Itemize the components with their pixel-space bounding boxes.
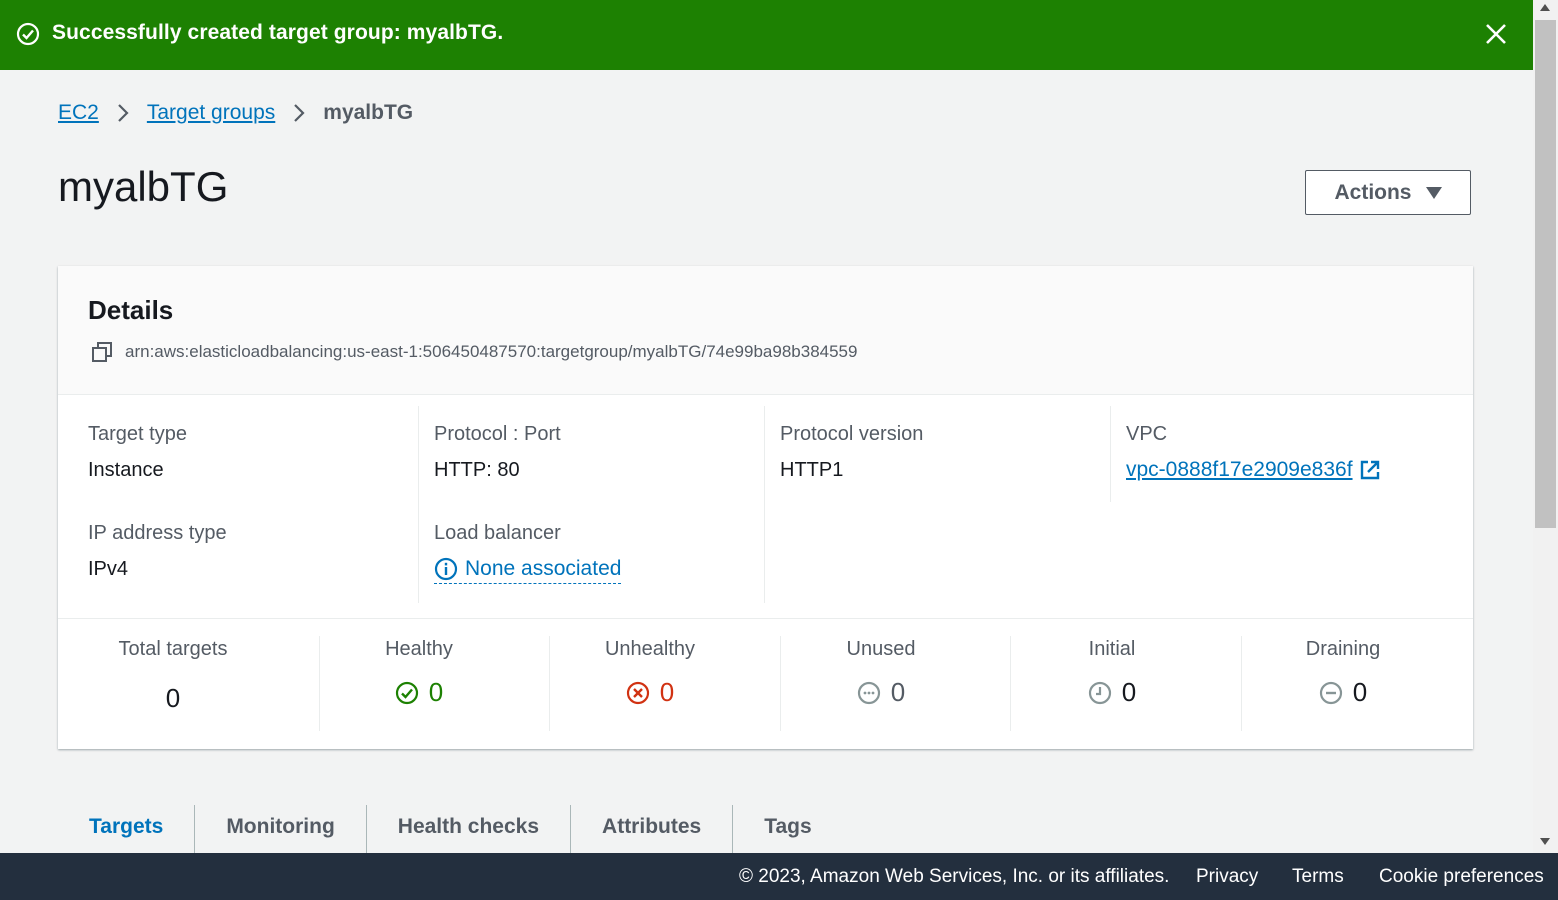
ip-address-type-label: IP address type	[88, 522, 227, 544]
breadcrumb-current: myalbTG	[323, 101, 414, 124]
external-link-icon	[1360, 460, 1379, 480]
stat-unhealthy: Unhealthy 0	[535, 638, 765, 708]
footer-cookie-preferences-link[interactable]: Cookie preferences	[1379, 866, 1544, 888]
ip-address-type-value: IPv4	[88, 558, 129, 580]
footer-terms-link[interactable]: Terms	[1292, 866, 1344, 888]
stat-number: 0	[659, 677, 675, 707]
column-divider	[1110, 406, 1111, 502]
stat-label: Unused	[846, 638, 916, 660]
stat-initial: Initial 0	[997, 638, 1227, 708]
target-group-arn: arn:aws:elasticloadbalancing:us-east-1:5…	[125, 342, 858, 361]
check-circle-icon	[395, 681, 418, 704]
stat-number: 0	[428, 677, 444, 707]
load-balancer-popover[interactable]: None associated	[434, 557, 622, 584]
stat-value: 0	[535, 677, 765, 708]
chevron-right-icon	[294, 104, 305, 122]
column-divider	[418, 406, 419, 603]
tab-health-checks[interactable]: Health checks	[367, 805, 572, 853]
stat-label: Total targets	[118, 638, 228, 660]
stat-number: 0	[165, 683, 181, 713]
vpc-link[interactable]: vpc-0888f17e2909e836f	[1126, 458, 1381, 482]
copy-icon[interactable]	[91, 341, 113, 363]
stat-number: 0	[1121, 677, 1137, 707]
protocol-port-value: HTTP: 80	[434, 459, 520, 481]
stat-total-targets: Total targets 0	[58, 638, 288, 714]
vpc-id[interactable]: vpc-0888f17e2909e836f	[1126, 458, 1353, 482]
chevron-right-icon	[118, 104, 129, 122]
column-divider	[764, 406, 765, 603]
target-type-value: Instance	[88, 459, 164, 481]
stat-healthy: Healthy 0	[304, 638, 534, 708]
scrollbar[interactable]	[1533, 0, 1558, 853]
footer-privacy-link[interactable]: Privacy	[1196, 866, 1258, 888]
section-divider	[58, 618, 1473, 619]
details-heading: Details	[88, 295, 174, 325]
tab-targets[interactable]: Targets	[58, 805, 196, 853]
breadcrumb-ec2[interactable]: EC2	[58, 101, 99, 125]
breadcrumb: EC2 Target groups myalbTG	[58, 101, 413, 125]
scroll-up-arrow-icon[interactable]	[1540, 4, 1550, 11]
check-circle-icon	[16, 22, 40, 46]
details-header: Details arn:aws:elasticloadbalancing:us-…	[58, 266, 1473, 395]
stat-number: 0	[890, 677, 906, 707]
footer: © 2023, Amazon Web Services, Inc. or its…	[0, 853, 1558, 900]
stat-label: Healthy	[385, 638, 453, 660]
caret-down-icon	[1425, 186, 1442, 199]
tab-monitoring[interactable]: Monitoring	[195, 805, 367, 853]
x-circle-icon	[626, 681, 649, 704]
banner-message: Successfully created target group: myalb…	[52, 21, 504, 44]
clock-icon	[1088, 681, 1111, 704]
minus-circle-icon	[1319, 681, 1342, 704]
target-type-label: Target type	[88, 423, 187, 445]
page-title: myalbTG	[58, 163, 229, 210]
tab-attributes[interactable]: Attributes	[571, 805, 734, 853]
load-balancer-label: Load balancer	[434, 522, 561, 544]
stat-label: Unhealthy	[604, 638, 696, 660]
success-banner: Successfully created target group: myalb…	[0, 0, 1533, 70]
scroll-down-arrow-icon[interactable]	[1540, 838, 1550, 845]
stat-value: 0	[1228, 677, 1458, 708]
stat-number: 0	[1352, 677, 1368, 707]
scrollbar-thumb[interactable]	[1535, 20, 1556, 528]
protocol-port-label: Protocol : Port	[434, 423, 561, 445]
breadcrumb-target-groups[interactable]: Target groups	[147, 101, 275, 125]
footer-copyright: © 2023, Amazon Web Services, Inc. or its…	[739, 866, 1170, 887]
target-group-tabs: Targets Monitoring Health checks Attribu…	[58, 805, 843, 853]
stat-draining: Draining 0	[1228, 638, 1458, 708]
details-panel: Details arn:aws:elasticloadbalancing:us-…	[58, 266, 1473, 749]
tab-tags[interactable]: Tags	[733, 805, 842, 853]
protocol-version-label: Protocol version	[780, 423, 924, 445]
info-icon	[434, 557, 458, 581]
actions-button-label: Actions	[1334, 180, 1412, 204]
stat-label: Initial	[1088, 638, 1136, 660]
protocol-version-value: HTTP1	[780, 459, 844, 481]
actions-button[interactable]: Actions	[1305, 170, 1471, 215]
stat-value: 0	[997, 677, 1227, 708]
stat-label: Draining	[1305, 638, 1381, 660]
stat-value: 0	[58, 683, 288, 714]
stat-unused: Unused 0	[766, 638, 996, 708]
close-icon[interactable]	[1482, 20, 1510, 48]
ellipsis-circle-icon	[857, 681, 880, 704]
vpc-label: VPC	[1126, 423, 1168, 445]
stat-value: 0	[766, 677, 996, 708]
load-balancer-value[interactable]: None associated	[465, 557, 621, 581]
stat-value: 0	[304, 677, 534, 708]
